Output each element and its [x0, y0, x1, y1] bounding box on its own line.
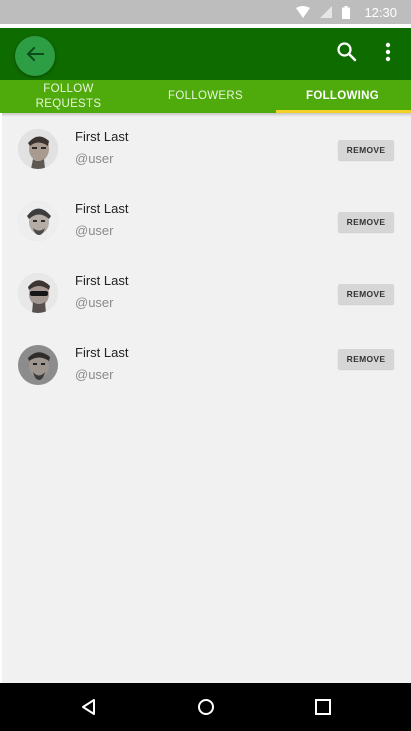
recents-square-icon: [312, 699, 334, 722]
avatar: [18, 129, 58, 169]
tab-label-line2: REQUESTS: [35, 97, 102, 110]
list-item[interactable]: First Last @user REMOVE: [2, 257, 411, 329]
list-item[interactable]: First Last @user REMOVE: [2, 113, 411, 185]
avatar: [18, 345, 58, 385]
list-item[interactable]: First Last @user REMOVE: [2, 185, 411, 257]
signal-icon: [320, 6, 333, 18]
tab-follow-requests[interactable]: FOLLOW REQUESTS: [0, 80, 137, 113]
arrow-left-icon: [26, 46, 44, 67]
app-bar: [0, 28, 411, 80]
screen: 12:30 FOLLOW REQUESTS FOLLOWERS FOLLOWIN…: [0, 0, 411, 731]
more-options-button[interactable]: [378, 40, 398, 66]
back-triangle-icon: [78, 699, 100, 722]
status-bar: 12:30: [0, 0, 411, 24]
navigation-bar: [0, 683, 411, 731]
list-item[interactable]: First Last @user REMOVE: [2, 329, 411, 401]
status-icons: 12:30: [296, 5, 397, 20]
tab-following[interactable]: FOLLOWING: [274, 80, 411, 113]
tab-followers[interactable]: FOLLOWERS: [137, 80, 274, 113]
remove-button[interactable]: REMOVE: [338, 349, 394, 369]
home-circle-icon: [195, 699, 217, 722]
tab-label: FOLLOWING: [306, 90, 379, 102]
tab-label: FOLLOW REQUESTS: [36, 82, 102, 112]
user-name: First Last: [75, 273, 129, 288]
user-handle: @user: [75, 367, 114, 382]
wifi-icon: [296, 6, 311, 18]
user-name: First Last: [75, 345, 129, 360]
more-vertical-icon: [378, 42, 398, 70]
user-handle: @user: [75, 295, 114, 310]
remove-button[interactable]: REMOVE: [338, 284, 394, 304]
status-time: 12:30: [364, 4, 397, 20]
user-handle: @user: [75, 151, 114, 166]
user-handle: @user: [75, 223, 114, 238]
remove-button[interactable]: REMOVE: [338, 212, 394, 232]
search-button[interactable]: [335, 40, 359, 64]
tab-label-line1: FOLLOW: [43, 82, 94, 95]
remove-button[interactable]: REMOVE: [338, 140, 394, 160]
back-button[interactable]: [15, 36, 55, 76]
tab-bar: FOLLOW REQUESTS FOLLOWERS FOLLOWING: [0, 80, 411, 113]
user-name: First Last: [75, 201, 129, 216]
avatar: [18, 273, 58, 313]
user-name: First Last: [75, 129, 129, 144]
nav-back-button[interactable]: [78, 696, 100, 718]
avatar: [18, 201, 58, 241]
nav-home-button[interactable]: [195, 696, 217, 718]
battery-icon: [342, 5, 351, 19]
tab-label: FOLLOWERS: [168, 90, 243, 102]
nav-recents-button[interactable]: [312, 696, 334, 718]
search-icon: [335, 42, 359, 68]
